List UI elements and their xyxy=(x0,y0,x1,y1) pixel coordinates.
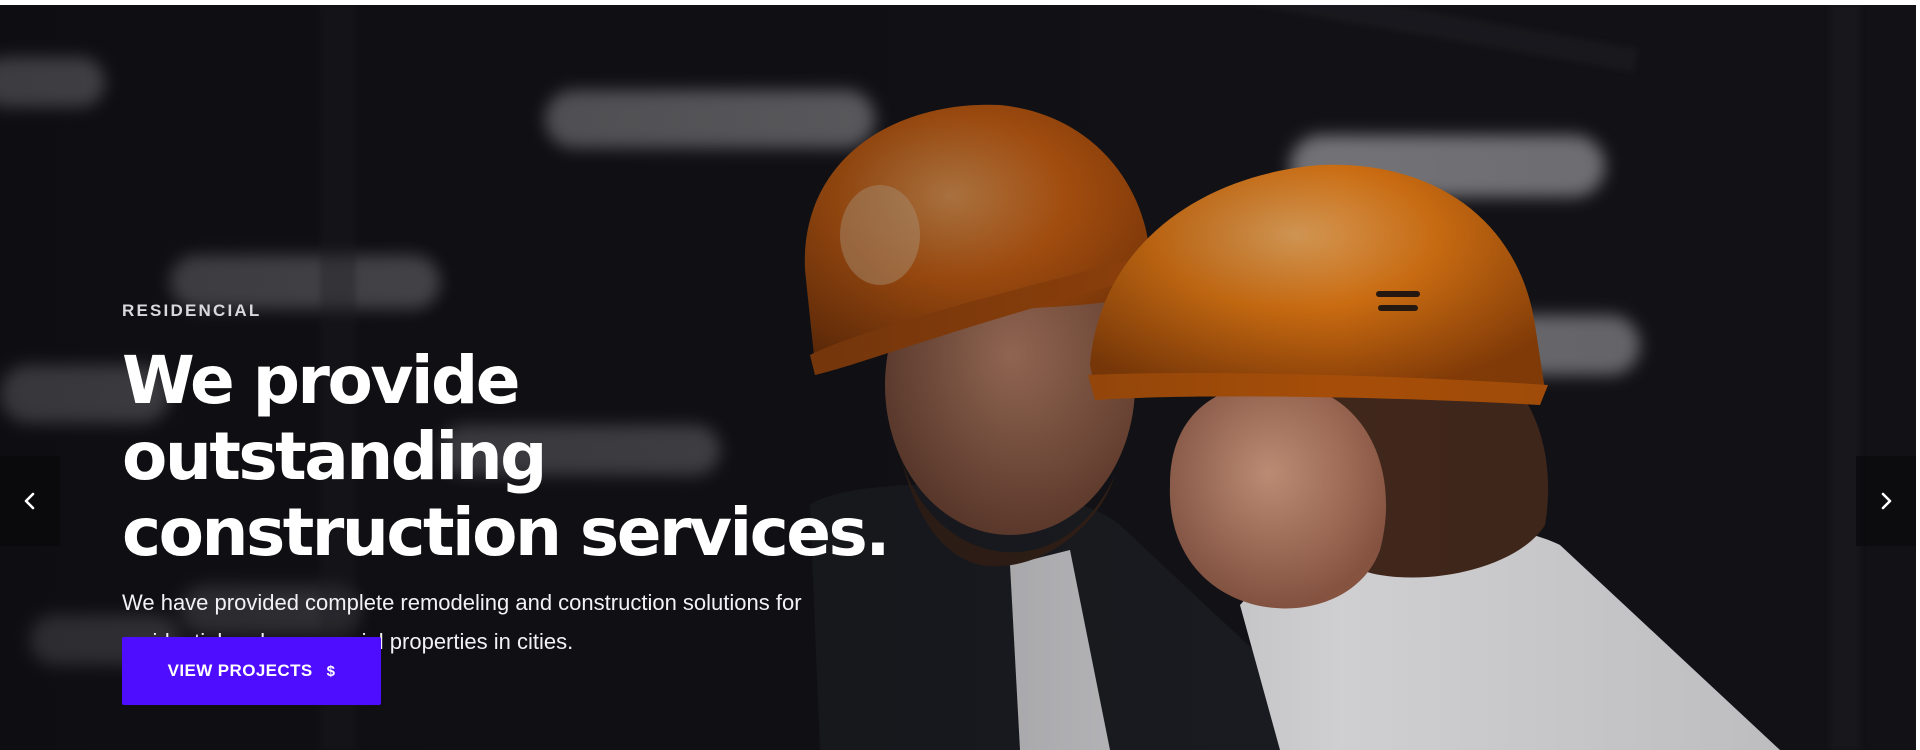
hero-slider: RESIDENCIAL We provide outstanding const… xyxy=(0,5,1916,750)
slider-prev-button[interactable] xyxy=(0,456,60,546)
hero-content: RESIDENCIAL We provide outstanding const… xyxy=(122,301,942,705)
slide-headline: We provide outstanding construction serv… xyxy=(122,343,942,571)
chevron-right-icon xyxy=(1881,492,1892,510)
slide-category: RESIDENCIAL xyxy=(122,301,262,320)
view-projects-label: VIEW PROJECTS xyxy=(167,661,313,680)
slide-headline-line-1: We provide outstanding xyxy=(122,342,547,495)
view-projects-button[interactable]: VIEW PROJECTS $ xyxy=(122,637,381,705)
dollar-icon: $ xyxy=(326,662,336,680)
slide-headline-line-2: construction services. xyxy=(122,494,890,571)
slider-next-button[interactable] xyxy=(1856,456,1916,546)
chevron-left-icon xyxy=(24,492,35,510)
